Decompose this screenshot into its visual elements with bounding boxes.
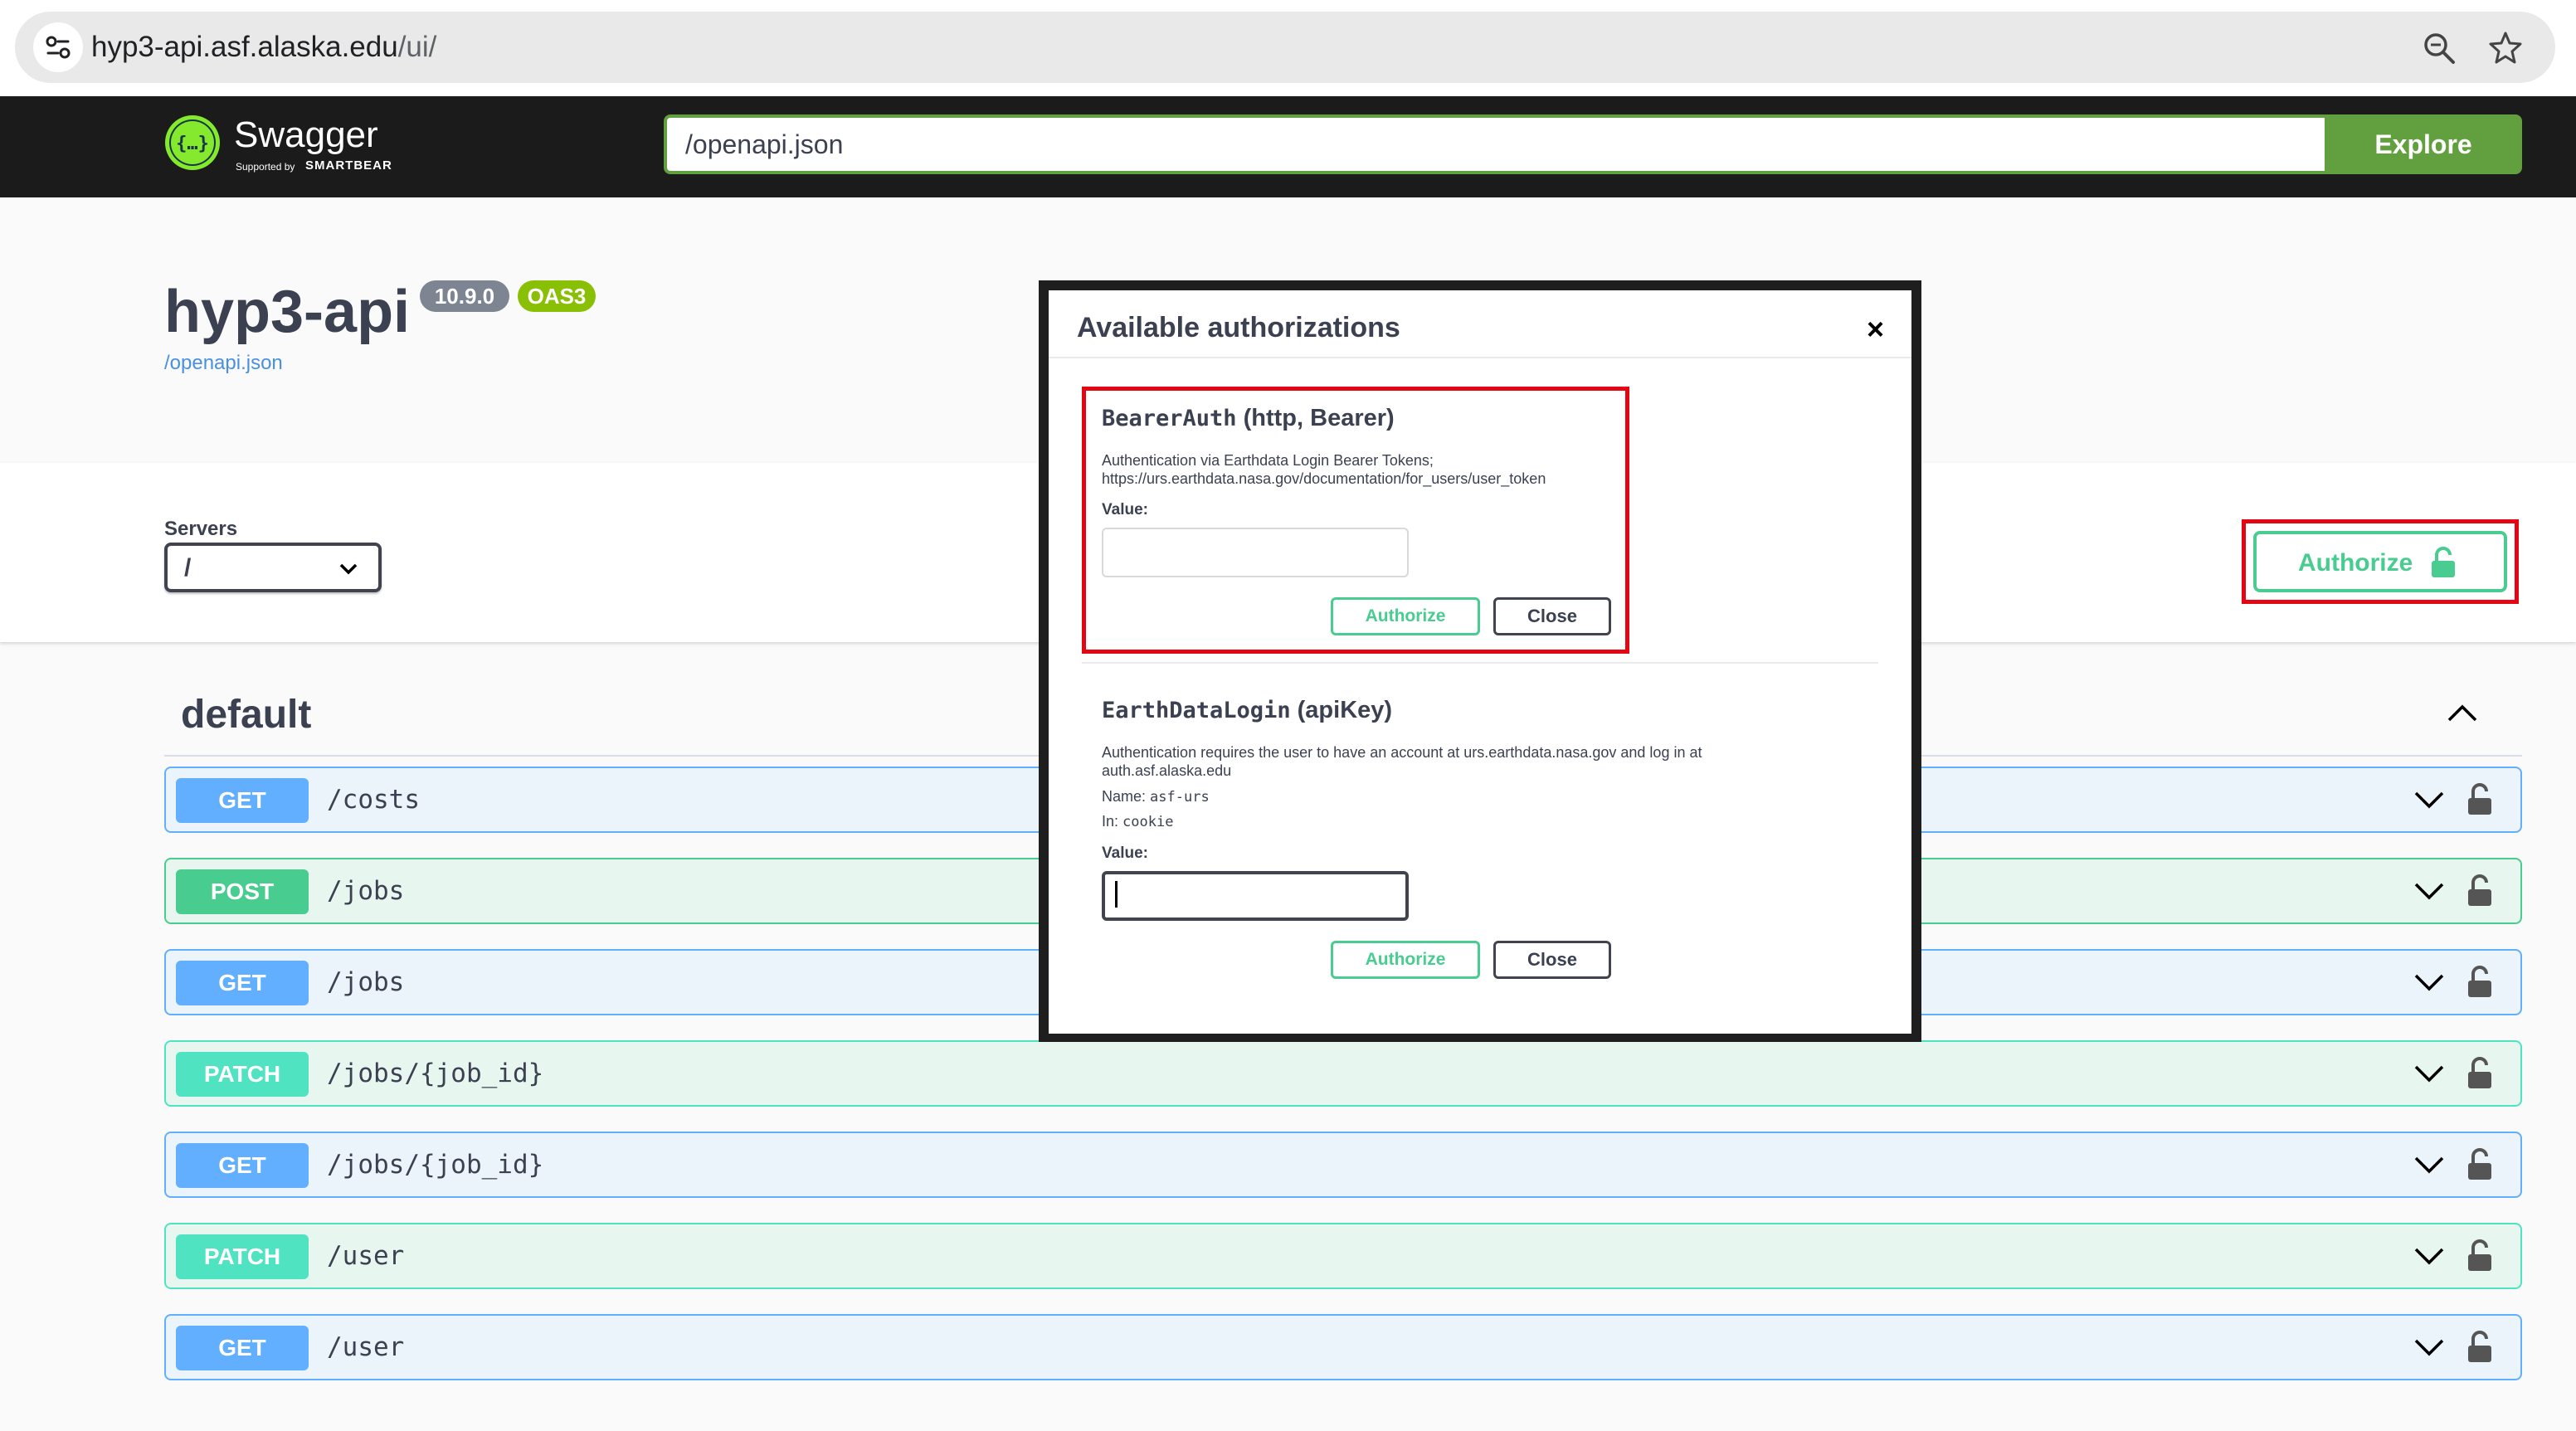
earthdata-in-label: In: — [1102, 813, 1119, 830]
method-badge: GET — [176, 778, 309, 823]
bearer-auth-type: (http, Bearer) — [1243, 405, 1395, 431]
server-value: / — [184, 554, 192, 582]
browser-chrome: hyp3-api.asf.alaska.edu/ui/ — [0, 0, 2576, 96]
oas-badge: OAS3 — [518, 280, 596, 312]
method-badge: POST — [176, 869, 309, 914]
operation-patch-job[interactable]: PATCH /jobs/{job_id} — [164, 1040, 2522, 1107]
earthdata-auth-type: (apiKey) — [1297, 697, 1393, 723]
method-badge: GET — [176, 961, 309, 1005]
operation-patch-user[interactable]: PATCH /user — [164, 1223, 2522, 1289]
earthdata-auth-name: EarthDataLogin — [1102, 698, 1291, 723]
close-icon[interactable]: × — [1867, 312, 1884, 347]
authorizations-modal: Available authorizations × BearerAuth (h… — [1049, 290, 1911, 1034]
earthdata-auth-title: EarthDataLogin (apiKey) — [1102, 697, 1392, 724]
bearer-auth-desc-1: Authentication via Earthdata Login Beare… — [1102, 452, 1434, 469]
bearer-auth-title: BearerAuth (http, Bearer) — [1102, 405, 1395, 432]
logo-brand: SMARTBEAR — [305, 158, 392, 173]
url-text[interactable]: hyp3-api.asf.alaska.edu/ui/ — [91, 28, 436, 66]
chevron-down-icon[interactable] — [2413, 1334, 2446, 1359]
bearer-auth-name: BearerAuth — [1102, 406, 1237, 431]
bearer-value-label: Value: — [1102, 501, 1148, 518]
earthdata-in-value: cookie — [1122, 814, 1174, 830]
chevron-down-icon — [339, 563, 358, 575]
svg-text:{…}: {…} — [176, 134, 209, 154]
unlock-icon[interactable] — [2466, 964, 2494, 1000]
modal-header-divider — [1049, 357, 1911, 358]
earthdata-value-field[interactable] — [1102, 871, 1409, 921]
operation-path: /costs — [327, 785, 420, 815]
unlock-icon[interactable] — [2466, 1146, 2494, 1183]
chevron-down-icon[interactable] — [2413, 878, 2446, 903]
auth-divider — [1082, 662, 1878, 664]
chevron-down-icon[interactable] — [2413, 1060, 2446, 1085]
version-badge: 10.9.0 — [420, 280, 509, 312]
method-badge: PATCH — [176, 1234, 309, 1279]
logo-text: Swagger — [234, 114, 378, 155]
operation-path: /jobs/{job_id} — [327, 1150, 544, 1180]
earthdata-value-label: Value: — [1102, 844, 1148, 862]
bookmark-star-icon[interactable] — [2487, 30, 2524, 66]
api-title: hyp3-api — [164, 279, 411, 345]
servers-label: Servers — [164, 518, 238, 540]
earthdata-name-row: Name: asf-urs — [1102, 788, 1210, 806]
swagger-topbar: {…} Swagger Supported by SMARTBEAR Explo… — [0, 96, 2576, 197]
servers-select[interactable]: / — [164, 543, 382, 592]
operation-get-job[interactable]: GET /jobs/{job_id} — [164, 1132, 2522, 1198]
url-path: /ui/ — [397, 31, 437, 63]
modal-title: Available authorizations — [1077, 312, 1400, 343]
unlock-icon[interactable] — [2466, 1238, 2494, 1274]
chevron-up-icon[interactable] — [2446, 702, 2479, 725]
chevron-down-icon[interactable] — [2413, 1243, 2446, 1268]
unlock-icon[interactable] — [2466, 781, 2494, 818]
spec-link[interactable]: /openapi.json — [164, 352, 283, 375]
explore-button[interactable]: Explore — [2325, 114, 2522, 174]
unlock-icon[interactable] — [2466, 873, 2494, 909]
bearer-value-input[interactable] — [1102, 528, 1409, 577]
earthdata-authorize-button[interactable]: Authorize — [1331, 941, 1480, 979]
earthdata-value-input[interactable] — [1102, 871, 1409, 921]
unlock-icon[interactable] — [2466, 1329, 2494, 1365]
swagger-logo[interactable]: {…} Swagger Supported by SMARTBEAR — [163, 113, 411, 183]
operation-path: /jobs/{job_id} — [327, 1059, 544, 1088]
operation-path: /jobs — [327, 967, 405, 997]
operation-path: /user — [327, 1241, 405, 1271]
bearer-auth-desc-2: https://urs.earthdata.nasa.gov/documenta… — [1102, 470, 1546, 487]
operation-path: /jobs — [327, 876, 405, 906]
site-settings-icon[interactable] — [33, 22, 83, 72]
address-bar[interactable]: hyp3-api.asf.alaska.edu/ui/ — [15, 12, 2555, 83]
authorize-label: Authorize — [2298, 549, 2413, 577]
bearer-close-button[interactable]: Close — [1493, 597, 1611, 635]
earthdata-auth-desc-2: auth.asf.alaska.edu — [1102, 762, 1232, 779]
bearer-authorize-button[interactable]: Authorize — [1331, 597, 1480, 635]
spec-url-input[interactable] — [664, 114, 2325, 174]
method-badge: GET — [176, 1326, 309, 1370]
method-badge: PATCH — [176, 1052, 309, 1097]
method-badge: GET — [176, 1143, 309, 1188]
operation-path: /user — [327, 1332, 405, 1362]
text-cursor — [1115, 881, 1118, 908]
url-host: hyp3-api.asf.alaska.edu — [91, 31, 398, 63]
earthdata-in-row: In: cookie — [1102, 813, 1173, 830]
earthdata-auth-desc-1: Authentication requires the user to have… — [1102, 744, 1702, 761]
chevron-down-icon[interactable] — [2413, 786, 2446, 811]
earthdata-name-label: Name: — [1102, 788, 1147, 805]
unlock-icon — [2432, 547, 2455, 577]
chevron-down-icon[interactable] — [2413, 1151, 2446, 1176]
authorize-button[interactable]: Authorize — [2253, 531, 2507, 592]
unlock-icon[interactable] — [2466, 1055, 2494, 1092]
chevron-down-icon[interactable] — [2413, 969, 2446, 994]
zoom-icon[interactable] — [2421, 30, 2457, 66]
operation-get-user[interactable]: GET /user — [164, 1314, 2522, 1380]
earthdata-name-value: asf-urs — [1150, 789, 1210, 806]
earthdata-close-button[interactable]: Close — [1493, 941, 1611, 979]
logo-sub: Supported by — [236, 161, 295, 173]
tag-title-default[interactable]: default — [181, 692, 311, 737]
